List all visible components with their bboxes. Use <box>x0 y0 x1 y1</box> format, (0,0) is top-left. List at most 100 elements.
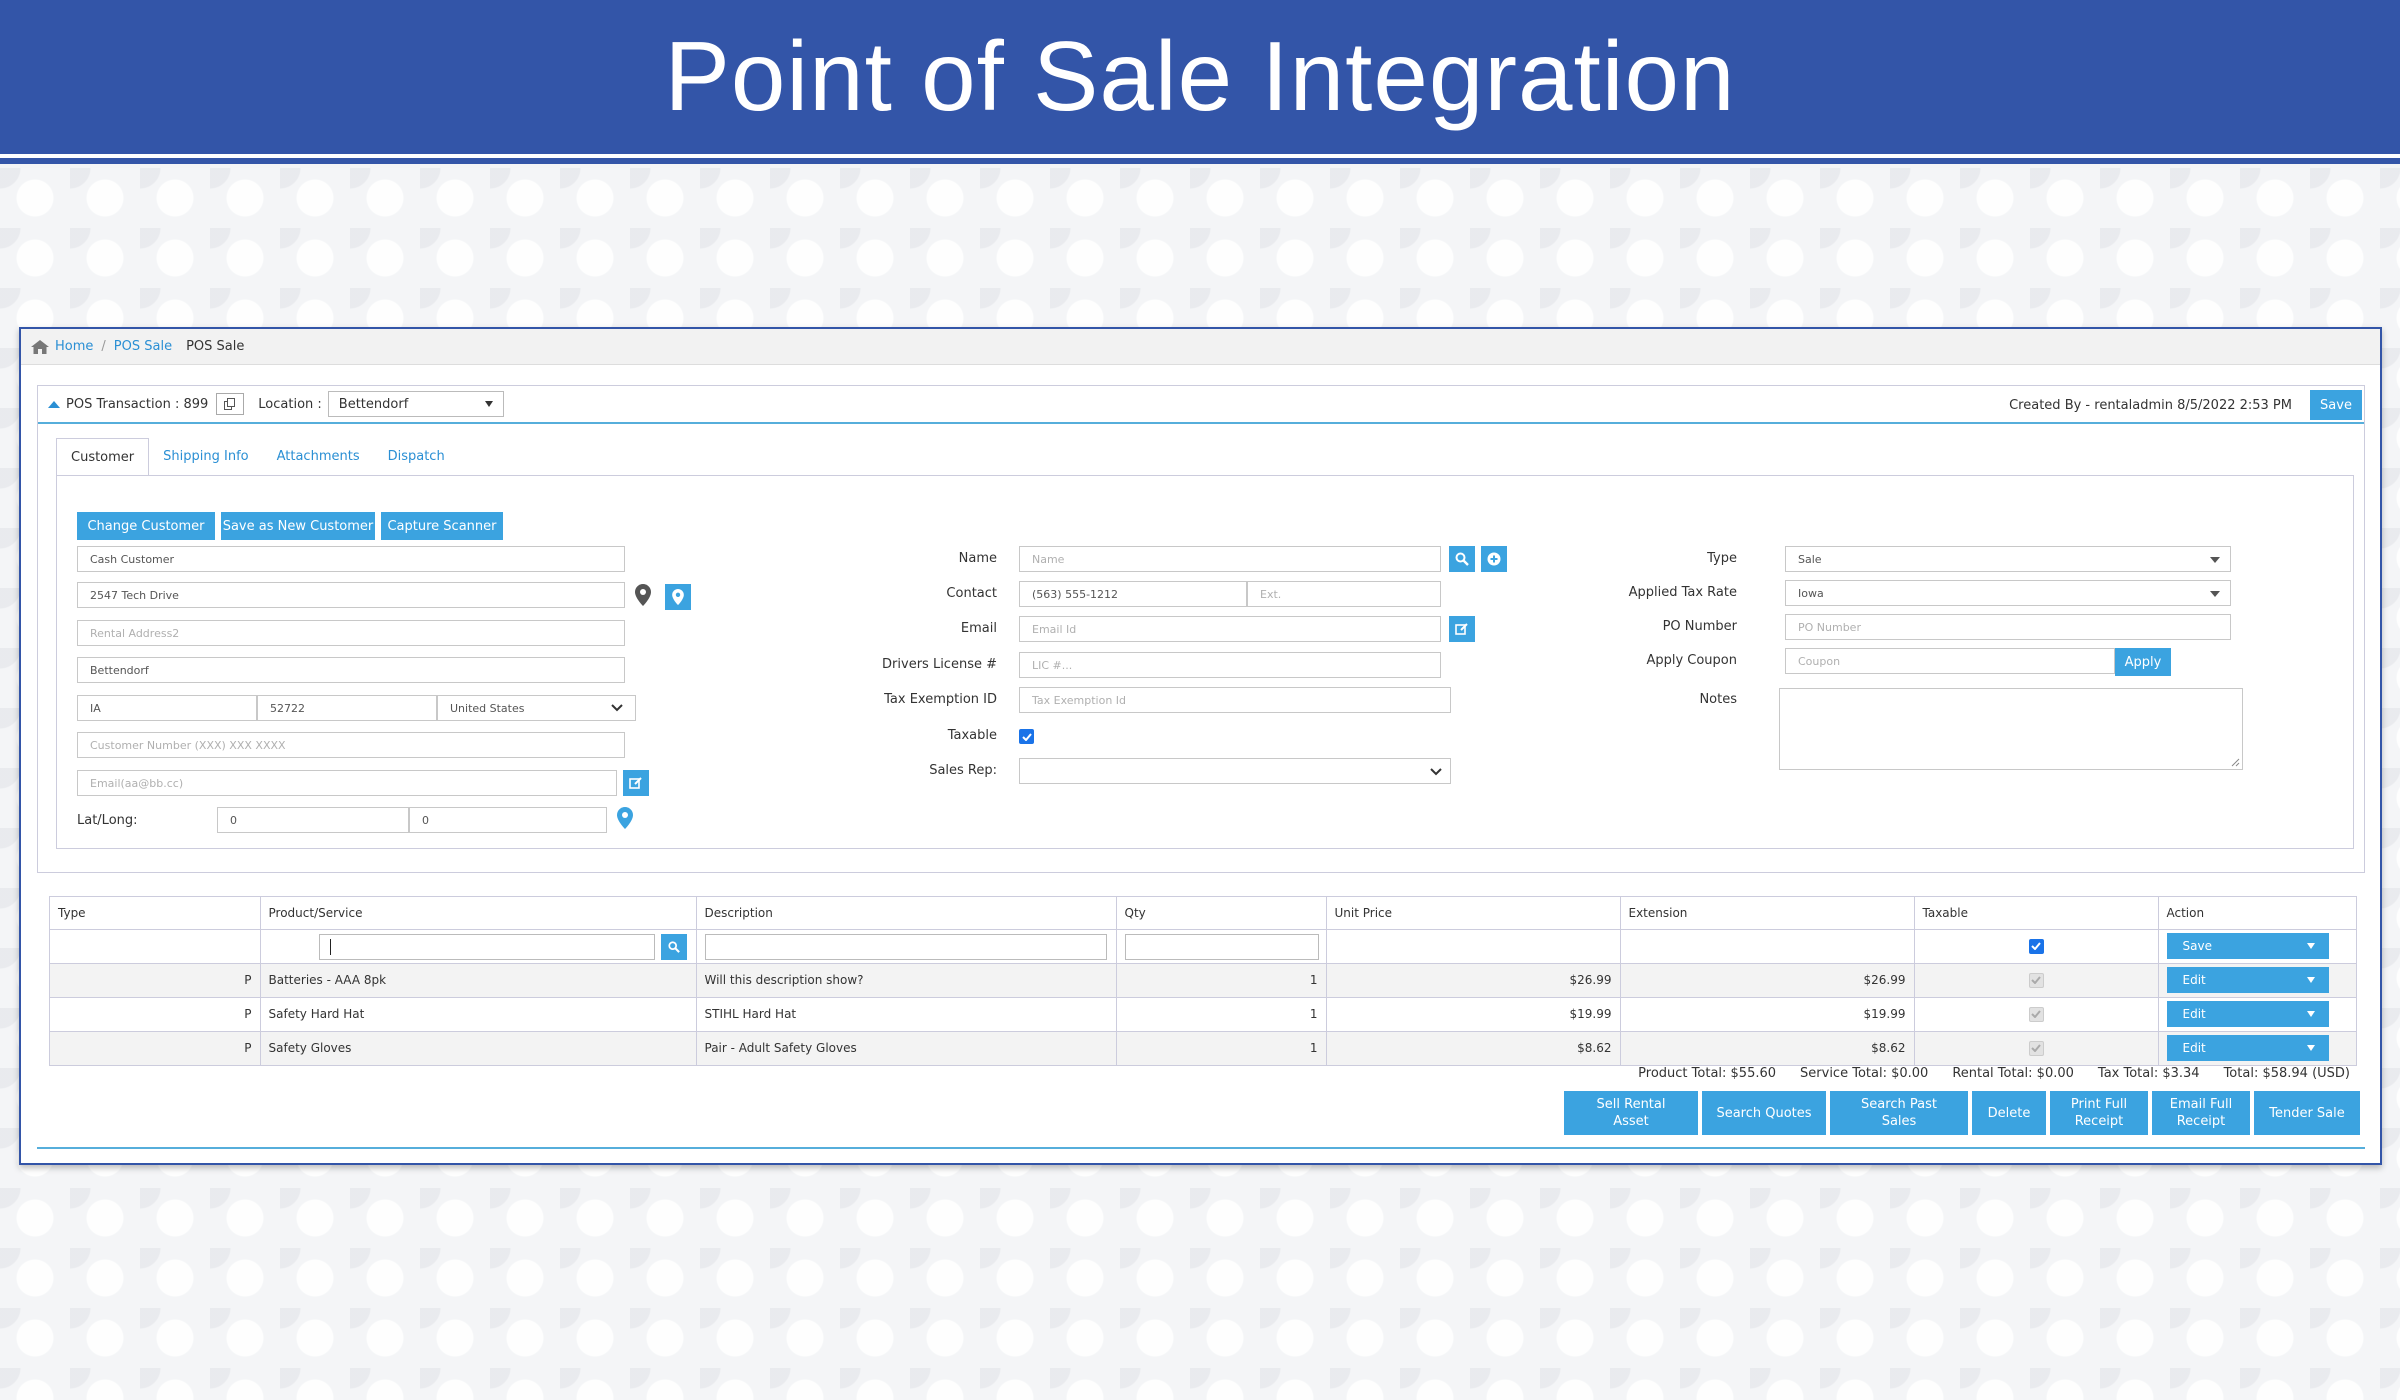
longitude-field[interactable]: 0 <box>409 807 607 833</box>
notes-textarea[interactable] <box>1779 688 2243 770</box>
search-contact-button[interactable] <box>1449 546 1475 572</box>
search-quotes-button[interactable]: Search Quotes <box>1702 1091 1826 1135</box>
customer-number-placeholder: Customer Number (XXX) XXX XXXX <box>90 738 286 752</box>
description-input[interactable] <box>704 933 1107 960</box>
col-taxable: Taxable <box>1914 897 2159 930</box>
col-qty: Qty <box>1116 897 1327 930</box>
address2-field[interactable]: Rental Address2 <box>77 620 625 646</box>
row-taxable-cell <box>1914 996 2159 1031</box>
po-number-label: PO Number <box>1662 619 1737 634</box>
delete-button[interactable]: Delete <box>1972 1091 2046 1135</box>
edit-item-button[interactable]: Edit <box>2166 967 2329 993</box>
row-extension: $19.99 <box>1620 996 1915 1031</box>
col-type: Type <box>50 897 261 930</box>
product-search-input[interactable] <box>318 933 655 960</box>
tab-dispatch[interactable]: Dispatch <box>374 438 459 476</box>
taxable-checkbox[interactable] <box>1019 729 1034 744</box>
resize-handle-icon[interactable] <box>2231 758 2240 767</box>
tender-sale-button[interactable]: Tender Sale <box>2254 1091 2360 1135</box>
breadcrumb-pos-sale[interactable]: POS Sale <box>114 339 172 354</box>
coupon-field[interactable]: Coupon <box>1785 648 2115 674</box>
city-field[interactable]: Bettendorf <box>77 657 625 683</box>
map-pin-icon[interactable] <box>617 807 633 829</box>
transaction-panel: POS Transaction : 899 Location : Bettend… <box>37 385 2365 873</box>
tax-rate-select[interactable]: Iowa <box>1785 580 2231 606</box>
sales-rep-select[interactable] <box>1019 758 1451 784</box>
type-select[interactable]: Sale <box>1785 546 2231 572</box>
search-past-sales-button[interactable]: Search Past Sales <box>1830 1091 1968 1135</box>
zip-field[interactable]: 52722 <box>257 695 437 721</box>
notes-label: Notes <box>1699 692 1737 707</box>
tax-exemption-field[interactable]: Tax Exemption Id <box>1019 687 1451 713</box>
col-extension: Extension <box>1620 897 1915 930</box>
tab-shipping-info[interactable]: Shipping Info <box>149 438 262 476</box>
new-item-taxable-checkbox[interactable] <box>2028 938 2044 954</box>
customer-email-field[interactable]: Email(aa@bb.cc) <box>77 770 617 796</box>
edit-item-button[interactable]: Edit <box>2166 1001 2329 1027</box>
address2-placeholder: Rental Address2 <box>90 626 180 640</box>
contact-name-field[interactable]: Name <box>1019 546 1441 572</box>
locate-address-button[interactable] <box>665 584 691 610</box>
type-label: Type <box>1707 551 1737 566</box>
edit-icon <box>1455 623 1468 635</box>
ext-field[interactable]: Ext. <box>1247 581 1441 607</box>
state-field[interactable]: IA <box>77 695 257 721</box>
table-row: P Safety Gloves Pair - Adult Safety Glov… <box>50 1030 2356 1065</box>
breadcrumb-home[interactable]: Home <box>55 339 93 354</box>
capture-scanner-button[interactable]: Capture Scanner <box>381 512 503 540</box>
transaction-number: POS Transaction : 899 <box>66 396 209 412</box>
change-customer-button[interactable]: Change Customer <box>77 512 215 540</box>
product-search-button[interactable] <box>660 933 687 960</box>
edit-item-button[interactable]: Edit <box>2166 1035 2329 1062</box>
new-item-description-cell <box>696 928 1117 963</box>
row-unit-price: $26.99 <box>1326 962 1621 997</box>
location-label: Location : <box>258 396 322 412</box>
row-unit-price: $8.62 <box>1326 1030 1621 1065</box>
save-as-new-customer-button[interactable]: Save as New Customer <box>221 512 375 540</box>
tab-attachments[interactable]: Attachments <box>263 438 374 476</box>
phone-field[interactable]: (563) 555-1212 <box>1019 581 1247 607</box>
apply-coupon-button[interactable]: Apply <box>2115 648 2171 676</box>
edit-email-button[interactable] <box>623 770 649 796</box>
name-label: Name <box>958 551 997 566</box>
location-select[interactable]: Bettendorf <box>327 391 504 417</box>
save-item-button[interactable]: Save <box>2166 933 2329 959</box>
print-full-receipt-button[interactable]: Print Full Receipt <box>2050 1091 2148 1135</box>
country-select[interactable]: United States <box>437 695 636 721</box>
sell-rental-asset-button[interactable]: Sell Rental Asset <box>1564 1091 1698 1135</box>
line-items-grid: Type Product/Service Description Qty Uni… <box>49 896 2357 1066</box>
address1-field[interactable]: 2547 Tech Drive <box>77 582 625 608</box>
latitude-field[interactable]: 0 <box>217 807 409 833</box>
rental-total: Rental Total: $0.00 <box>1952 1066 2074 1081</box>
location-value: Bettendorf <box>338 396 409 412</box>
sales-rep-label: Sales Rep: <box>929 763 997 778</box>
edit-contact-email-button[interactable] <box>1449 616 1475 642</box>
qty-input[interactable] <box>1124 933 1319 960</box>
table-header-row: Type Product/Service Description Qty Uni… <box>50 897 2356 930</box>
row-taxable-checkbox <box>2028 1006 2044 1022</box>
contact-email-field[interactable]: Email Id <box>1019 616 1441 642</box>
customer-name-field[interactable]: Cash Customer <box>77 546 625 572</box>
new-item-row: Save <box>50 928 2356 963</box>
tab-customer[interactable]: Customer <box>56 438 150 476</box>
row-description: STIHL Hard Hat <box>696 996 1117 1031</box>
email-full-receipt-button[interactable]: Email Full Receipt <box>2152 1091 2250 1135</box>
new-item-qty-cell <box>1116 928 1327 963</box>
customer-tab-body: Change Customer Save as New Customer Cap… <box>56 475 2354 849</box>
drivers-license-placeholder: LIC #... <box>1032 658 1073 672</box>
caret-down-icon <box>2306 977 2315 983</box>
line-items-table: Type Product/Service Description Qty Uni… <box>50 897 2356 1065</box>
save-button[interactable]: Save <box>2310 390 2362 420</box>
row-type: P <box>50 996 261 1031</box>
drivers-license-field[interactable]: LIC #... <box>1019 652 1441 678</box>
row-action-cell: Edit <box>2158 962 2356 997</box>
map-pin-icon[interactable] <box>635 584 651 606</box>
copy-button[interactable] <box>216 393 245 415</box>
contact-email-placeholder: Email Id <box>1032 622 1077 636</box>
add-contact-button[interactable] <box>1481 546 1507 572</box>
customer-number-field[interactable]: Customer Number (XXX) XXX XXXX <box>77 732 625 758</box>
collapse-icon[interactable] <box>48 400 60 408</box>
breadcrumb-separator: / <box>101 339 106 354</box>
po-number-field[interactable]: PO Number <box>1785 614 2231 640</box>
search-icon <box>1455 552 1469 566</box>
